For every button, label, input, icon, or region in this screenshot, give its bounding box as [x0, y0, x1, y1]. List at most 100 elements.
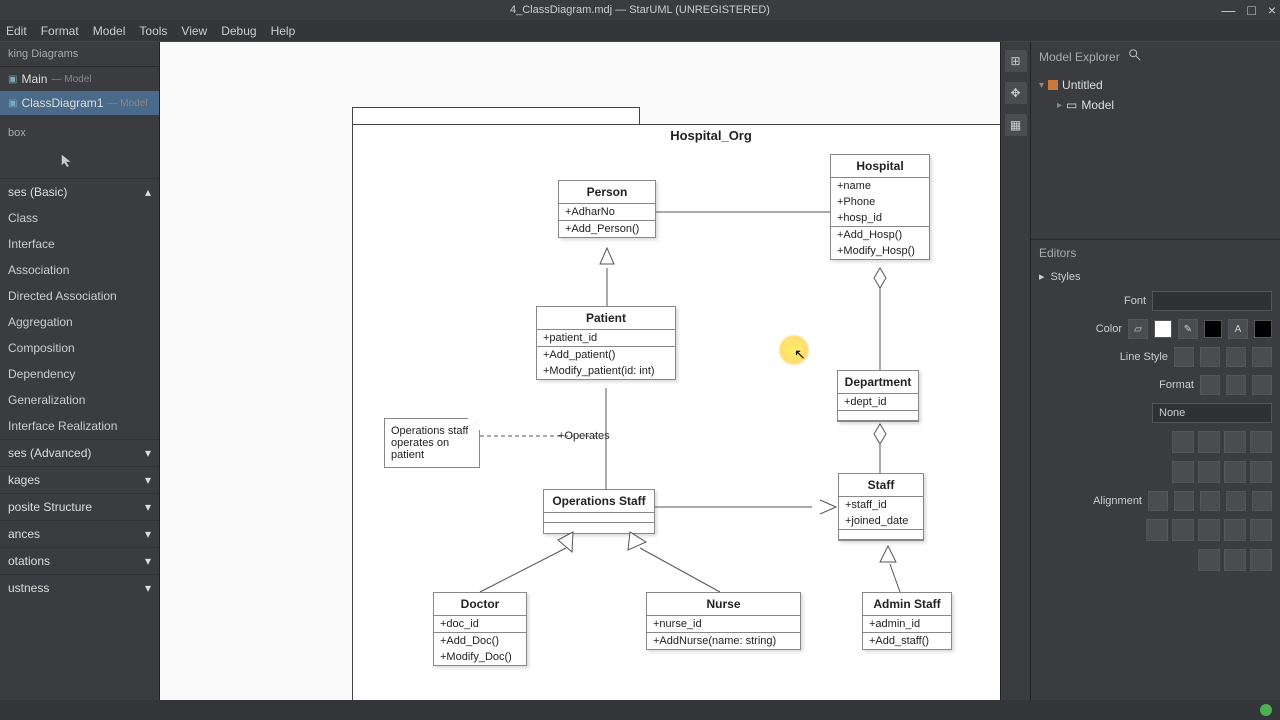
tool-class[interactable]: Class: [0, 205, 159, 231]
canvas[interactable]: Hospital_Org Person +AdharNo +Add_Person…: [160, 42, 1000, 720]
font-select[interactable]: [1152, 291, 1272, 311]
fill-color-icon[interactable]: ▱: [1128, 319, 1148, 339]
menu-view[interactable]: View: [181, 24, 207, 38]
dist-2-icon[interactable]: [1172, 519, 1194, 541]
folder-icon: ▭: [1066, 98, 1077, 112]
linestyle-curve-icon[interactable]: [1252, 347, 1272, 367]
chevron-right-icon: ▸: [1057, 100, 1062, 111]
linestyle-rect-icon[interactable]: [1174, 347, 1194, 367]
stereotype-select[interactable]: None: [1152, 403, 1272, 423]
format-2-icon[interactable]: [1226, 375, 1246, 395]
toolbox-annotations[interactable]: otations▾: [0, 547, 159, 574]
tool-aggregation[interactable]: Aggregation: [0, 309, 159, 335]
extension-icon[interactable]: ⊞: [1005, 50, 1027, 72]
vis-4-icon[interactable]: [1250, 431, 1272, 453]
note-fold-icon: [468, 418, 480, 430]
left-panel: king Diagrams ▣ Main — Model ▣ ClassDiag…: [0, 42, 160, 720]
package-tab[interactable]: [352, 107, 640, 125]
tree-model[interactable]: ▸ ▭ Model: [1039, 95, 1272, 115]
expand-icon: ▾: [145, 527, 151, 541]
line-color-icon[interactable]: ✎: [1178, 319, 1198, 339]
toolbox-instances[interactable]: ances▾: [0, 520, 159, 547]
align-right-icon[interactable]: [1200, 491, 1220, 511]
move-icon[interactable]: ✥: [1005, 82, 1027, 104]
dist-3-icon[interactable]: [1198, 519, 1220, 541]
size-2-icon[interactable]: [1224, 549, 1246, 571]
align-left-icon[interactable]: [1148, 491, 1168, 511]
dist-1-icon[interactable]: [1146, 519, 1168, 541]
text-color-swatch[interactable]: [1254, 320, 1272, 338]
menu-format[interactable]: Format: [41, 24, 79, 38]
linestyle-rounded-icon[interactable]: [1226, 347, 1246, 367]
class-doctor[interactable]: Doctor +doc_id +Add_Doc() +Modify_Doc(): [433, 592, 527, 666]
toolbox-packages[interactable]: kages▾: [0, 466, 159, 493]
tree-root[interactable]: ▾ Untitled: [1039, 75, 1272, 95]
class-nurse[interactable]: Nurse +nurse_id +AddNurse(name: string): [646, 592, 801, 650]
show-1-icon[interactable]: [1172, 461, 1194, 483]
format-3-icon[interactable]: [1252, 375, 1272, 395]
maximize-button[interactable]: □: [1247, 2, 1255, 18]
align-top-icon[interactable]: [1226, 491, 1246, 511]
class-department[interactable]: Department +dept_id: [837, 370, 919, 422]
toolbox-header: box: [0, 121, 159, 145]
visibility-buttons: [1031, 427, 1280, 457]
diagram-main[interactable]: ▣ Main — Model: [0, 67, 159, 91]
editors-header: Editors: [1031, 239, 1280, 266]
text-color-icon[interactable]: A: [1228, 319, 1248, 339]
toolbox-classes-basic[interactable]: ses (Basic) ▴: [0, 178, 159, 205]
class-person[interactable]: Person +AdharNo +Add_Person(): [558, 180, 656, 238]
tool-generalization[interactable]: Generalization: [0, 387, 159, 413]
line-color-swatch[interactable]: [1204, 320, 1222, 338]
tool-directed-association[interactable]: Directed Association: [0, 283, 159, 309]
tool-interface[interactable]: Interface: [0, 231, 159, 257]
expand-icon: ▾: [145, 473, 151, 487]
show-2-icon[interactable]: [1198, 461, 1220, 483]
menu-edit[interactable]: Edit: [6, 24, 27, 38]
tool-dependency[interactable]: Dependency: [0, 361, 159, 387]
vis-3-icon[interactable]: [1224, 431, 1246, 453]
size-1-icon[interactable]: [1198, 549, 1220, 571]
pointer-tool[interactable]: [0, 145, 159, 178]
show-4-icon[interactable]: [1250, 461, 1272, 483]
toolbox-robustness[interactable]: ustness▾: [0, 574, 159, 601]
styles-row[interactable]: ▸ Styles: [1031, 266, 1280, 287]
expand-icon: ▾: [145, 446, 151, 460]
chevron-down-icon: ▾: [1039, 80, 1044, 91]
menu-tools[interactable]: Tools: [139, 24, 167, 38]
format-1-icon[interactable]: [1200, 375, 1220, 395]
toolbox-classes-advanced[interactable]: ses (Advanced)▾: [0, 439, 159, 466]
dist-5-icon[interactable]: [1250, 519, 1272, 541]
search-icon[interactable]: [1128, 48, 1272, 65]
dist-4-icon[interactable]: [1224, 519, 1246, 541]
size-3-icon[interactable]: [1250, 549, 1272, 571]
tool-composition[interactable]: Composition: [0, 335, 159, 361]
grid-icon[interactable]: ▦: [1005, 114, 1027, 136]
fill-color-swatch[interactable]: [1154, 320, 1172, 338]
class-hospital[interactable]: Hospital +name +Phone +hosp_id +Add_Hosp…: [830, 154, 930, 260]
color-label: Color: [1096, 323, 1122, 335]
show-buttons: [1031, 457, 1280, 487]
menu-debug[interactable]: Debug: [221, 24, 256, 38]
class-admin-staff[interactable]: Admin Staff +admin_id +Add_staff(): [862, 592, 952, 650]
linestyle-oblique-icon[interactable]: [1200, 347, 1220, 367]
vis-2-icon[interactable]: [1198, 431, 1220, 453]
class-operations-staff[interactable]: Operations Staff: [543, 489, 655, 534]
expand-icon: ▾: [145, 554, 151, 568]
align-center-icon[interactable]: [1174, 491, 1194, 511]
menu-model[interactable]: Model: [93, 24, 126, 38]
diagram-classdiagram1[interactable]: ▣ ClassDiagram1 — Model: [0, 91, 159, 115]
menu-help[interactable]: Help: [271, 24, 296, 38]
class-staff[interactable]: Staff +staff_id +joined_date: [838, 473, 924, 541]
toolbox-composite[interactable]: posite Structure▾: [0, 493, 159, 520]
note-operations[interactable]: Operations staff operates on patient: [384, 418, 480, 468]
tool-interface-realization[interactable]: Interface Realization: [0, 413, 159, 439]
model-explorer-header: Model Explorer: [1039, 50, 1120, 64]
tool-association[interactable]: Association: [0, 257, 159, 283]
align-middle-icon[interactable]: [1252, 491, 1272, 511]
alignment-label: Alignment: [1093, 495, 1142, 507]
show-3-icon[interactable]: [1224, 461, 1246, 483]
minimize-button[interactable]: —: [1221, 2, 1235, 18]
vis-1-icon[interactable]: [1172, 431, 1194, 453]
close-button[interactable]: ×: [1268, 2, 1276, 18]
class-patient[interactable]: Patient +patient_id +Add_patient() +Modi…: [536, 306, 676, 380]
